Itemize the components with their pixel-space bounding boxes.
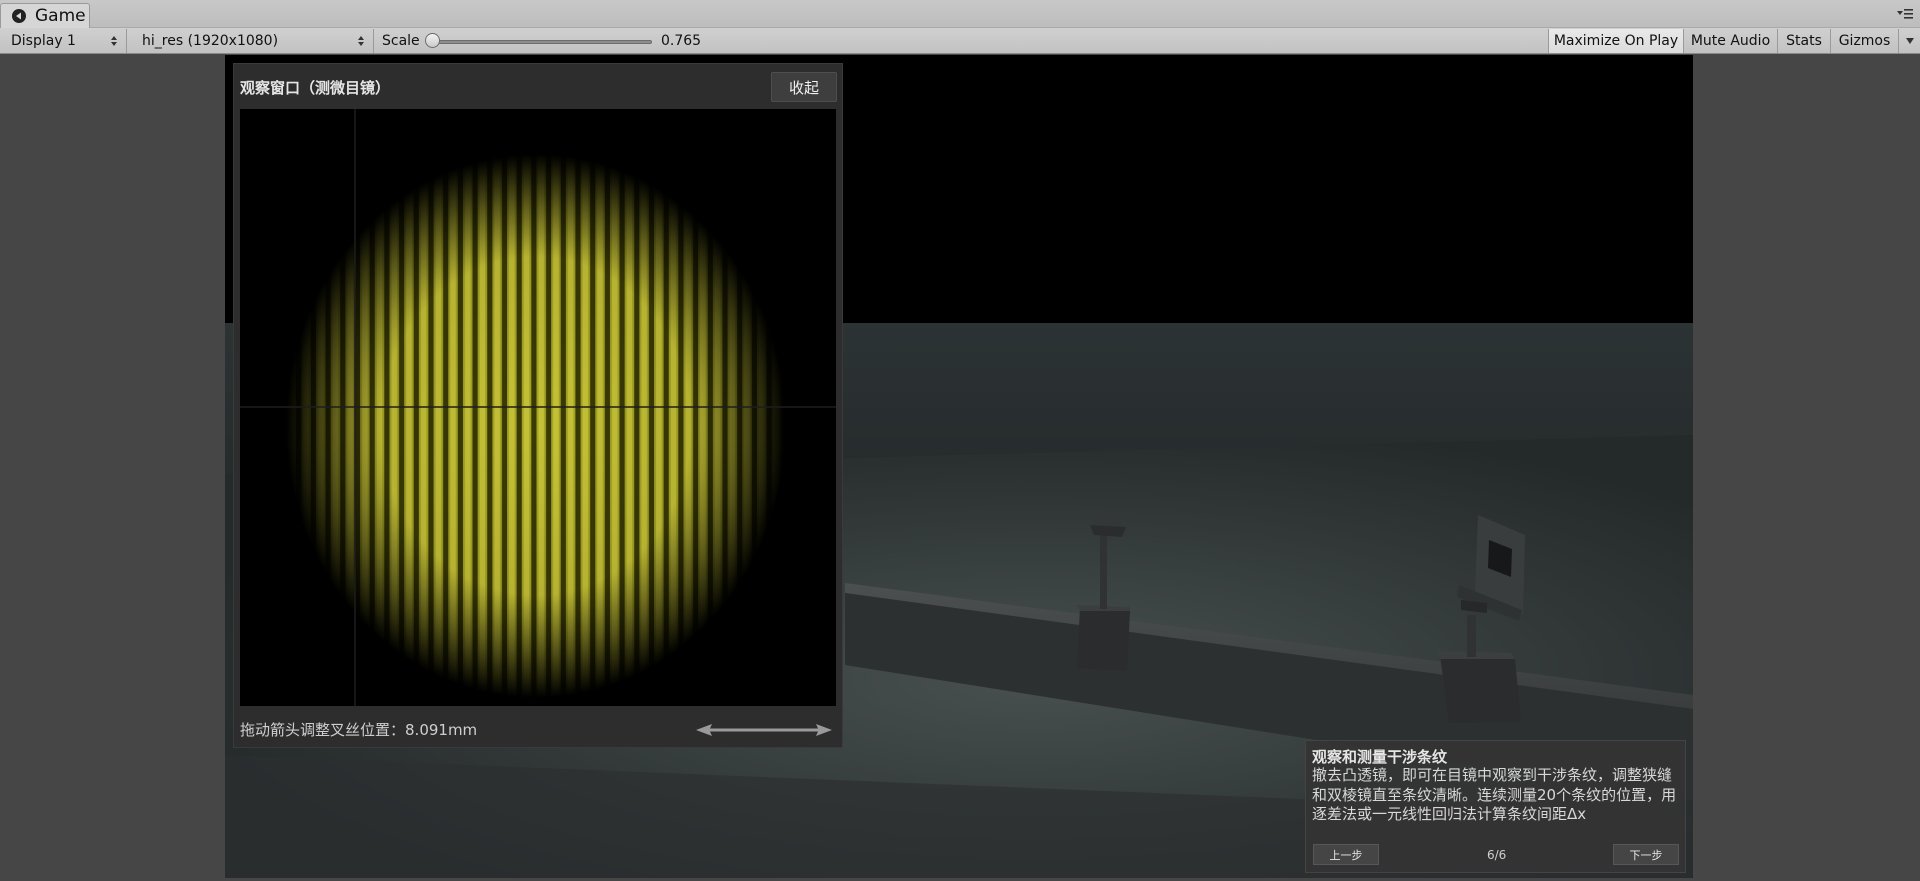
- double-arrow-icon[interactable]: [694, 721, 834, 739]
- prev-step-button[interactable]: 上一步: [1313, 844, 1379, 865]
- crosshair-position-hint: 拖动箭头调整叉丝位置：8.091mm: [240, 721, 478, 739]
- window-menu-icon[interactable]: [1896, 8, 1914, 20]
- display-dropdown[interactable]: Display 1: [0, 29, 127, 53]
- scale-slider-thumb[interactable]: [425, 33, 440, 48]
- tab-label: Game: [35, 6, 86, 26]
- scale-value: 0.765: [661, 33, 702, 49]
- gizmos-button[interactable]: Gizmos: [1830, 29, 1898, 53]
- next-step-button[interactable]: 下一步: [1613, 844, 1679, 865]
- scale-label: Scale: [382, 33, 420, 49]
- game-tab[interactable]: Game: [0, 3, 90, 28]
- resolution-dropdown[interactable]: hi_res (1920x1080): [131, 29, 374, 53]
- scale-slider-track[interactable]: [430, 40, 652, 44]
- step-title: 观察和测量干涉条纹: [1312, 748, 1448, 766]
- step-counter: 6/6: [1487, 848, 1507, 862]
- maximize-on-play-button[interactable]: Maximize On Play: [1548, 29, 1683, 53]
- game-toolbar: Display 1 hi_res (1920x1080) Scale 0.765…: [0, 28, 1920, 54]
- gizmos-dropdown[interactable]: [1898, 29, 1920, 53]
- eyepiece-view: [240, 109, 836, 706]
- dropdown-arrows-icon: [111, 36, 117, 46]
- step-description: 撤去凸透镜，即可在目镜中观察到干涉条纹，调整狭缝和双棱镜直至条纹清晰。连续测量2…: [1312, 766, 1677, 823]
- stats-button[interactable]: Stats: [1777, 29, 1830, 53]
- resolution-value: hi_res (1920x1080): [142, 33, 279, 49]
- unity-logo-icon: [12, 9, 26, 23]
- collapse-button[interactable]: 收起: [771, 72, 837, 102]
- display-value: Display 1: [11, 33, 76, 49]
- dropdown-arrows-icon: [358, 36, 364, 46]
- observation-title: 观察窗口（测微目镜）: [240, 79, 391, 97]
- crosshair-vertical[interactable]: [354, 109, 356, 706]
- mute-audio-button[interactable]: Mute Audio: [1683, 29, 1777, 53]
- crosshair-horizontal: [240, 406, 836, 408]
- editor-titlebar: Game: [0, 0, 1920, 28]
- step-info-panel: 观察和测量干涉条纹 撤去凸透镜，即可在目镜中观察到干涉条纹，调整狭缝和双棱镜直至…: [1305, 740, 1686, 873]
- observation-window: 观察窗口（测微目镜） 收起 拖动箭头调整叉丝位置：8.091mm: [233, 63, 843, 748]
- chevron-down-icon: [1905, 38, 1914, 44]
